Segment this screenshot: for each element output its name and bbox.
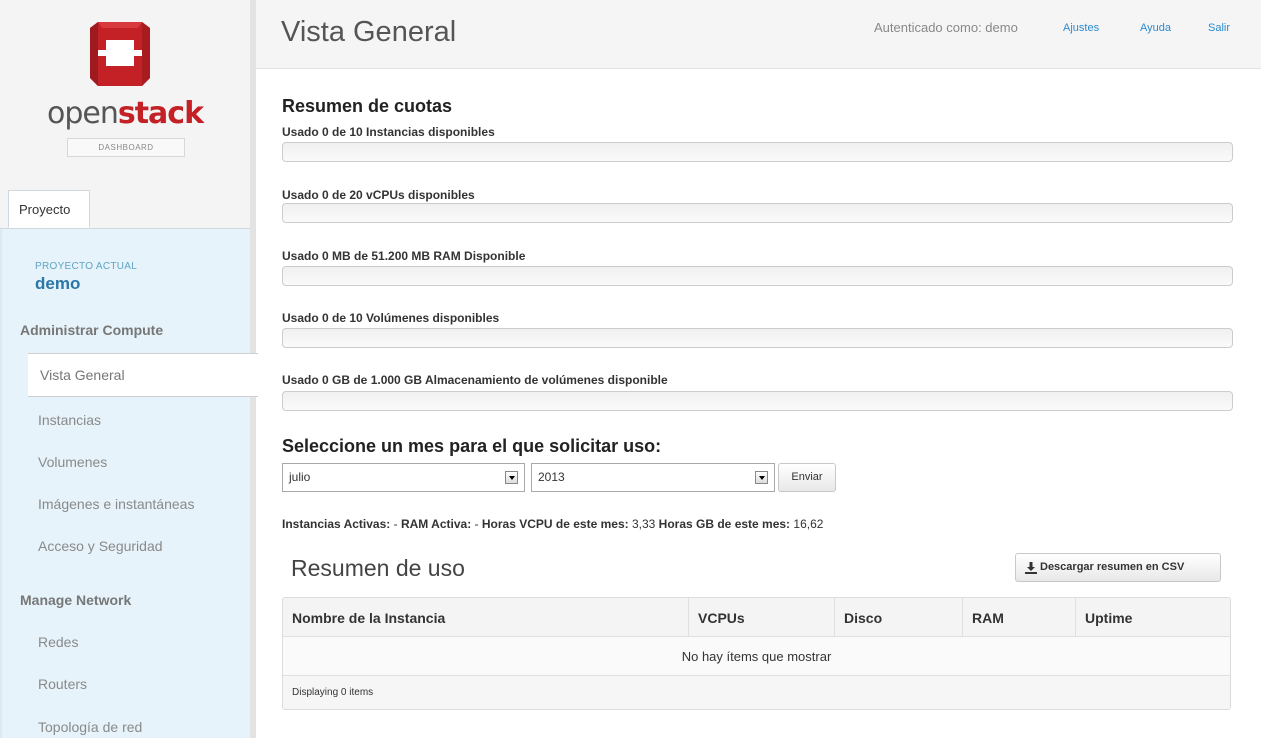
- current-project-name[interactable]: demo: [35, 274, 80, 294]
- quota-bar-volumes: [282, 328, 1233, 348]
- submit-button[interactable]: Enviar: [778, 463, 836, 492]
- quota-label-ram: Usado 0 MB de 51.200 MB RAM Disponible: [282, 249, 526, 263]
- page-title: Vista General: [281, 16, 457, 48]
- quota-label-vcpus: Usado 0 de 20 vCPUs disponibles: [282, 188, 475, 202]
- sidebar-item-imagenes[interactable]: Imágenes e instantáneas: [38, 496, 194, 512]
- section-administrar-compute[interactable]: Administrar Compute: [20, 322, 163, 338]
- download-csv-label: Descargar resumen en CSV: [1040, 561, 1185, 573]
- sidebar: openstack DASHBOARD Proyecto PROYECTO AC…: [0, 0, 258, 738]
- quota-label-volumes: Usado 0 de 10 Volúmenes disponibles: [282, 311, 500, 325]
- month-select[interactable]: julio: [282, 463, 525, 492]
- authenticated-user: Autenticado como: demo: [874, 20, 1018, 35]
- page-header: Vista General Autenticado como: demo Aju…: [256, 0, 1261, 69]
- sidebar-item-instancias[interactable]: Instancias: [38, 412, 101, 428]
- sidebar-item-vista-general[interactable]: Vista General: [28, 353, 258, 397]
- column-vcpus[interactable]: VCPUs: [688, 598, 834, 636]
- dashboard-subtitle: DASHBOARD: [67, 138, 185, 157]
- column-ram[interactable]: RAM: [962, 598, 1075, 636]
- sidebar-item-volumenes[interactable]: Volumenes: [38, 454, 107, 470]
- sidebar-item-topologia[interactable]: Topología de red: [38, 719, 142, 735]
- usage-summary-title: Resumen de uso: [291, 555, 465, 581]
- chevron-down-icon: [505, 471, 518, 484]
- month-select-value: julio: [289, 470, 311, 484]
- section-manage-network[interactable]: Manage Network: [20, 592, 131, 608]
- download-csv-button[interactable]: Descargar resumen en CSV: [1015, 553, 1221, 582]
- usage-table: Nombre de la Instancia VCPUs Disco RAM U…: [282, 597, 1231, 710]
- main-content: Resumen de cuotas Usado 0 de 10 Instanci…: [256, 69, 1261, 738]
- openstack-logo[interactable]: openstack DASHBOARD: [0, 0, 250, 190]
- quota-bar-instances: [282, 142, 1233, 162]
- current-project-label: PROYECTO ACTUAL: [35, 261, 138, 272]
- chevron-down-icon: [755, 471, 768, 484]
- project-nav-panel: PROYECTO ACTUAL demo Administrar Compute…: [0, 229, 258, 738]
- column-instance-name[interactable]: Nombre de la Instancia: [283, 598, 681, 636]
- quota-bar-ram: [282, 266, 1233, 286]
- quota-summary-title: Resumen de cuotas: [282, 96, 453, 116]
- settings-link[interactable]: Ajustes: [1063, 22, 1099, 34]
- help-link[interactable]: Ayuda: [1140, 22, 1171, 34]
- quota-label-storage: Usado 0 GB de 1.000 GB Almacenamiento de…: [282, 373, 668, 387]
- sidebar-item-acceso-seguridad[interactable]: Acceso y Seguridad: [38, 538, 163, 554]
- usage-stats: Instancias Activas: - RAM Activa: - Hora…: [282, 517, 824, 531]
- logout-link[interactable]: Salir: [1208, 22, 1230, 34]
- table-header: Nombre de la Instancia VCPUs Disco RAM U…: [283, 598, 1230, 637]
- year-select-value: 2013: [538, 470, 565, 484]
- quota-label-instances: Usado 0 de 10 Instancias disponibles: [282, 125, 495, 139]
- quota-bar-storage: [282, 391, 1233, 411]
- openstack-wordmark: openstack: [46, 96, 204, 131]
- year-select[interactable]: 2013: [531, 463, 775, 492]
- openstack-cube-icon: [90, 22, 150, 86]
- download-icon: [1025, 562, 1037, 574]
- tab-proyecto[interactable]: Proyecto: [8, 190, 90, 228]
- empty-table-message: No hay ítems que mostrar: [283, 637, 1230, 676]
- usage-period-title: Seleccione un mes para el que solicitar …: [282, 436, 662, 456]
- sidebar-item-redes[interactable]: Redes: [38, 634, 78, 650]
- column-disk[interactable]: Disco: [834, 598, 962, 636]
- sidebar-item-routers[interactable]: Routers: [38, 676, 87, 692]
- column-uptime[interactable]: Uptime: [1075, 598, 1230, 636]
- table-footer-count: Displaying 0 items: [283, 676, 1230, 709]
- sidebar-tabs: Proyecto: [0, 190, 250, 229]
- quota-bar-vcpus: [282, 203, 1233, 223]
